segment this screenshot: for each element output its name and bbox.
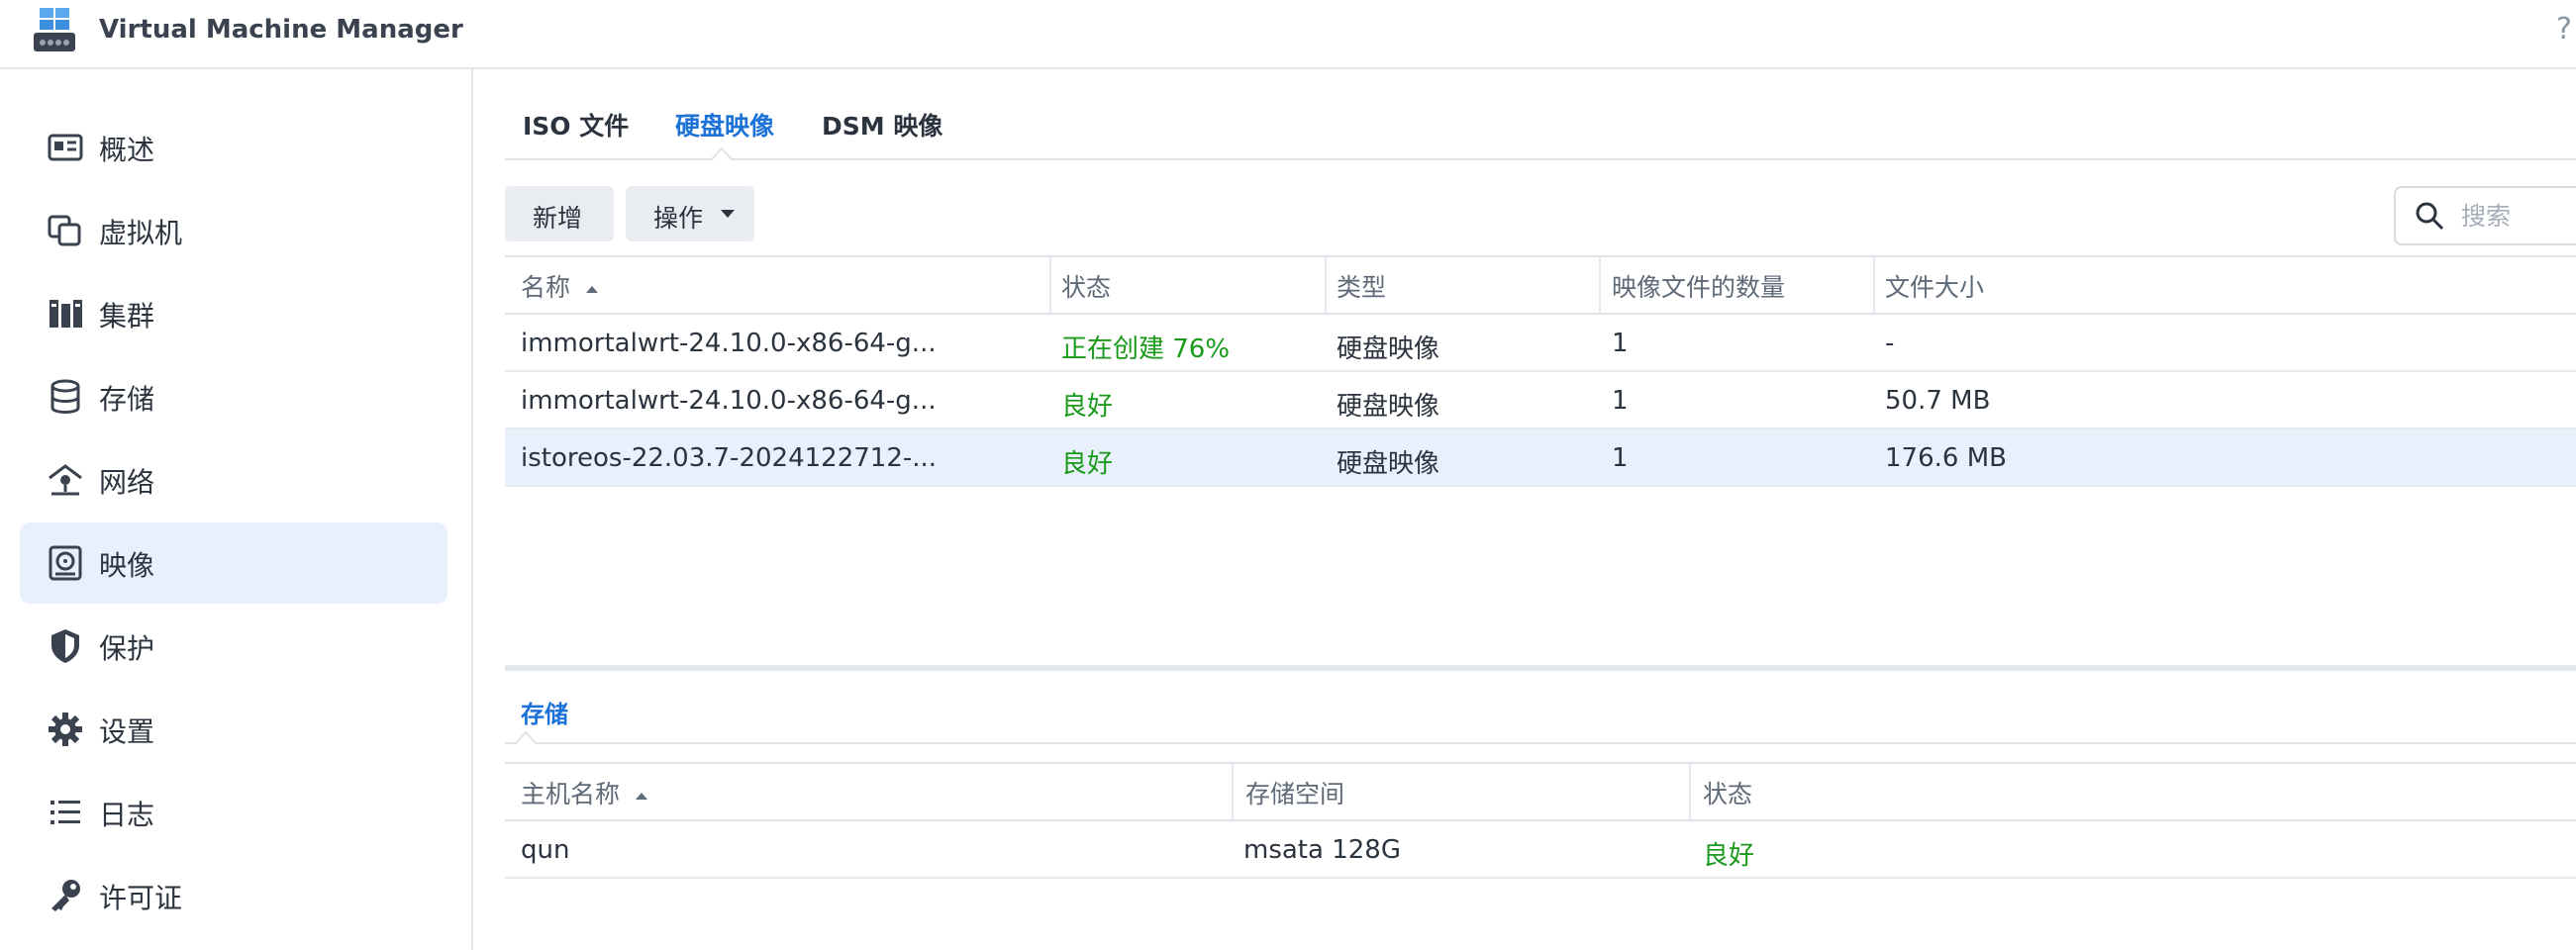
image-icon (49, 545, 82, 581)
help-icon[interactable]: ? (2556, 12, 2572, 47)
sidebar-item-label: 网络 (99, 466, 155, 499)
action-button-label: 操作 (653, 204, 704, 233)
table-row[interactable]: immortalwrt-24.10.0-x86-64-g... 正在创建 76%… (505, 315, 2576, 372)
add-button[interactable]: 新增 (505, 186, 614, 241)
column-header-host-name[interactable]: 主机名称 (521, 775, 647, 810)
cell-storage-volume: msata 128G (1243, 835, 1401, 865)
sidebar-item-label: 映像 (99, 549, 155, 582)
sidebar-item-license[interactable]: 许可证 (20, 855, 447, 936)
column-divider[interactable] (1599, 257, 1601, 313)
sidebar-item-overview[interactable]: 概述 (20, 107, 447, 188)
column-header-storage-volume[interactable]: 存储空间 (1245, 775, 1344, 810)
app-logo-icon (34, 8, 75, 51)
cell-type: 硬盘映像 (1337, 392, 1440, 422)
subtab-divider (505, 742, 2576, 744)
sidebar-item-label: 设置 (99, 715, 155, 748)
cluster-icon (50, 300, 82, 328)
sidebar-item-label: 保护 (99, 632, 155, 665)
virtual-machine-icon (48, 215, 81, 246)
column-divider[interactable] (1049, 257, 1051, 313)
column-header-status[interactable]: 状态 (1703, 775, 1752, 810)
tab-disk-image[interactable]: 硬盘映像 (675, 107, 774, 142)
tabs-divider (505, 158, 2576, 160)
cell-name: istoreos-22.03.7-2024122712-... (521, 443, 938, 473)
title-bar: Virtual Machine Manager ? (0, 0, 2576, 69)
cell-host-name: qun (521, 835, 570, 865)
sidebar-item-label: 日志 (99, 799, 155, 831)
cell-size: 50.7 MB (1885, 386, 1991, 416)
sort-ascending-icon (585, 285, 598, 293)
cell-name: immortalwrt-24.10.0-x86-64-g... (521, 329, 937, 358)
sidebar-item-network[interactable]: 网络 (20, 439, 447, 521)
active-tab-caret-icon (711, 146, 733, 160)
table-top-border (505, 255, 2576, 257)
network-icon (49, 464, 82, 496)
cell-type: 硬盘映像 (1337, 334, 1440, 364)
sidebar-item-cluster[interactable]: 集群 (20, 273, 447, 354)
main-panel: ISO 文件 硬盘映像 DSM 映像 新增 操作 名称 状态 类型 映像文件的数… (473, 69, 2576, 950)
column-header-image-count[interactable]: 映像文件的数量 (1612, 268, 1785, 304)
column-header-name[interactable]: 名称 (521, 268, 598, 304)
cell-status: 良好 (1061, 449, 1114, 479)
column-divider[interactable] (1689, 764, 1691, 819)
cell-status: 正在创建 76% (1061, 334, 1231, 364)
action-dropdown-button[interactable]: 操作 (626, 186, 754, 241)
sidebar-item-label: 概述 (99, 134, 155, 166)
storage-icon (50, 379, 80, 414)
key-icon (51, 880, 80, 911)
column-header-host-name-label: 主机名称 (521, 780, 621, 808)
sidebar-item-label: 虚拟机 (99, 217, 183, 249)
sidebar-item-log[interactable]: 日志 (20, 772, 447, 853)
panel-splitter[interactable] (505, 665, 2576, 671)
storage-table-top-border (505, 762, 2576, 764)
search-icon (2416, 202, 2444, 231)
cell-status: 良好 (1061, 392, 1114, 422)
sidebar-item-virtual-machine[interactable]: 虚拟机 (20, 190, 447, 271)
column-header-file-size[interactable]: 文件大小 (1885, 268, 1984, 304)
column-divider[interactable] (1325, 257, 1327, 313)
table-row[interactable]: qun msata 128G 良好 (505, 821, 2576, 879)
column-header-name-label: 名称 (521, 273, 571, 302)
cell-count: 1 (1612, 386, 1629, 416)
search-box[interactable] (2394, 186, 2576, 245)
tab-dsm-image[interactable]: DSM 映像 (822, 107, 942, 142)
sidebar-item-storage[interactable]: 存储 (20, 356, 447, 437)
gear-icon (49, 712, 82, 746)
log-list-icon (50, 801, 80, 824)
cell-status: 良好 (1703, 841, 1755, 871)
cell-type: 硬盘映像 (1337, 449, 1440, 479)
column-divider[interactable] (1873, 257, 1875, 313)
cell-count: 1 (1612, 443, 1629, 473)
active-subtab-caret-icon (515, 730, 537, 744)
tab-iso-file[interactable]: ISO 文件 (523, 107, 629, 142)
column-header-type[interactable]: 类型 (1337, 268, 1386, 304)
sort-ascending-icon (635, 792, 647, 800)
cell-name: immortalwrt-24.10.0-x86-64-g... (521, 386, 937, 416)
chevron-down-icon (721, 210, 735, 218)
app-title: Virtual Machine Manager (99, 15, 463, 45)
sidebar-item-protection[interactable]: 保护 (20, 606, 447, 687)
shield-icon (51, 629, 79, 663)
cell-size: 176.6 MB (1885, 443, 2007, 473)
table-row-selected[interactable]: istoreos-22.03.7-2024122712-... 良好 硬盘映像 … (505, 429, 2576, 487)
overview-icon (48, 134, 83, 161)
sidebar-item-label: 集群 (99, 300, 155, 332)
column-divider[interactable] (1232, 764, 1234, 819)
column-header-status[interactable]: 状态 (1061, 268, 1111, 304)
cell-count: 1 (1612, 329, 1629, 358)
sidebar-item-settings[interactable]: 设置 (20, 689, 447, 770)
tab-storage[interactable]: 存储 (521, 695, 568, 729)
sidebar-item-label: 存储 (99, 383, 155, 416)
cell-size: - (1885, 329, 1895, 358)
table-row[interactable]: immortalwrt-24.10.0-x86-64-g... 良好 硬盘映像 … (505, 372, 2576, 429)
sidebar-item-image[interactable]: 映像 (20, 522, 447, 604)
sidebar: 概述 虚拟机 集群 存储 网络 映像 保护 设置 日志 许可证 (0, 69, 473, 950)
add-button-label: 新增 (533, 204, 583, 233)
search-input[interactable] (2459, 198, 2576, 234)
sidebar-item-label: 许可证 (99, 882, 183, 914)
